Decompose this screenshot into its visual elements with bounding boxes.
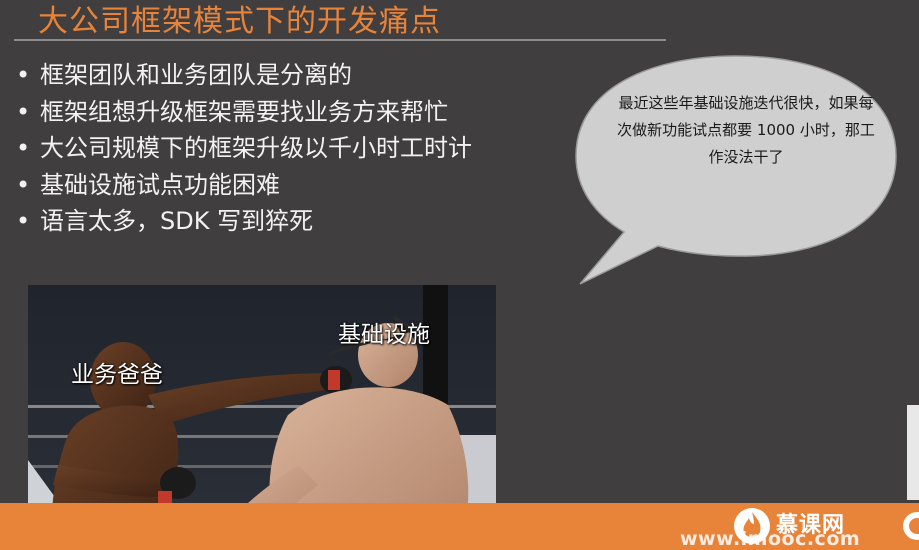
bullet-text: 框架团队和业务团队是分离的 — [40, 61, 352, 89]
bullet-text: 语言太多，SDK 写到猝死 — [40, 207, 314, 235]
bullet-marker: • — [16, 170, 31, 199]
corner-badge-icon — [903, 512, 919, 540]
bullet-marker: • — [16, 97, 31, 126]
photo-label-infrastructure: 基础设施 — [338, 322, 430, 348]
bullet-marker: • — [16, 207, 31, 235]
bullet-text: 大公司规模下的框架升级以千小时工时计 — [40, 134, 472, 162]
bullet-text: 基础设施试点功能困难 — [40, 170, 280, 199]
slide-title: 大公司框架模式下的开发痛点 — [38, 4, 441, 39]
title-divider — [14, 39, 666, 41]
bullet-item: • 框架组想升级框架需要找业务方来帮忙 — [14, 95, 472, 129]
bullet-item: • 大公司规模下的框架升级以千小时工时计 — [14, 131, 472, 165]
bullet-text: 框架组想升级框架需要找业务方来帮忙 — [40, 97, 448, 126]
logo-url: www.imooc.com — [680, 528, 861, 550]
bullet-marker: • — [16, 61, 31, 89]
side-panel-edge — [907, 405, 919, 500]
bullet-marker: • — [16, 134, 31, 162]
bullet-item: • 语言太多，SDK 写到猝死 — [14, 204, 472, 238]
bullet-item: • 框架团队和业务团队是分离的 — [14, 58, 472, 92]
photo-label-business: 业务爸爸 — [71, 362, 163, 388]
speech-bubble-text: 最近这些年基础设施迭代很快，如果每次做新功能试点都要 1000 小时，那工作没法… — [617, 94, 875, 166]
bullet-list: • 框架团队和业务团队是分离的 • 框架组想升级框架需要找业务方来帮忙 • 大公司规模… — [14, 58, 472, 241]
bullet-item: • 基础设施试点功能困难 — [14, 168, 472, 202]
